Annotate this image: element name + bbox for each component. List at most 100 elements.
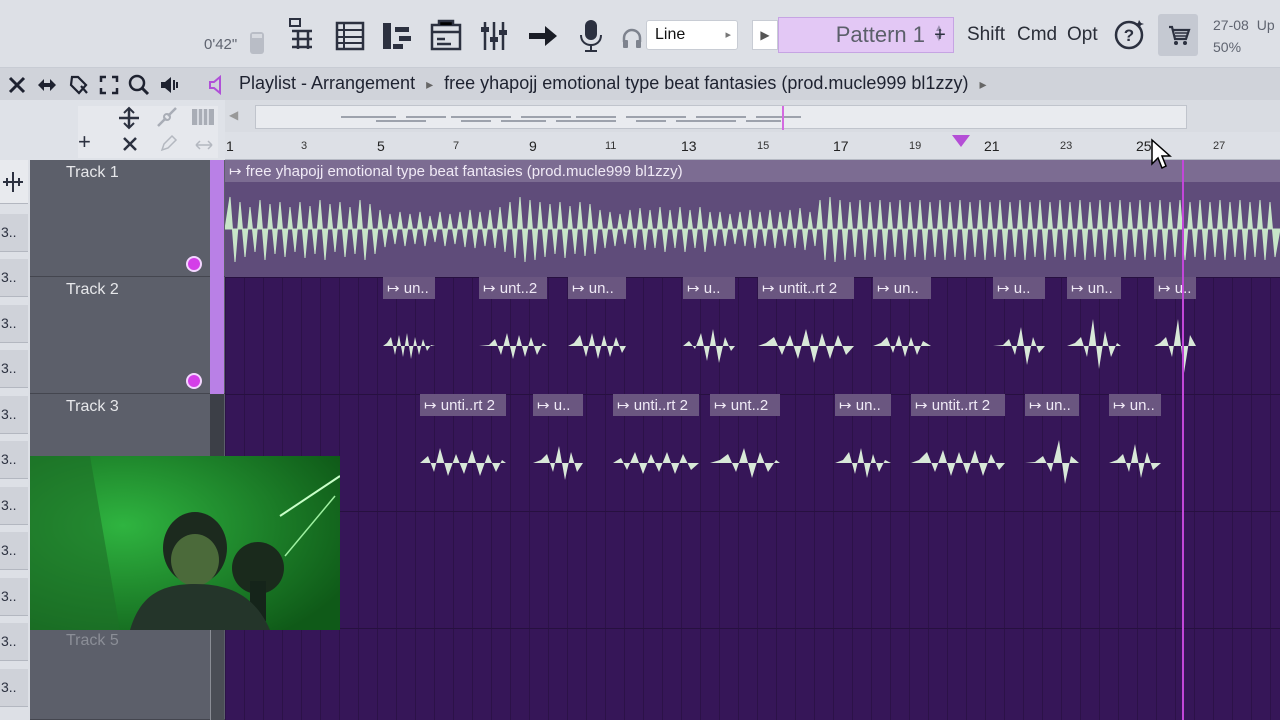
audio-clip[interactable]: ↦ u.. xyxy=(683,277,735,394)
ruler-mark: 7 xyxy=(453,140,460,152)
strip-item[interactable]: 3.. xyxy=(0,441,28,479)
ruler-mark: 11 xyxy=(605,140,617,152)
clip-label-text: un.. xyxy=(588,280,614,297)
audio-preview-icon[interactable] xyxy=(158,74,180,96)
strip-item[interactable]: 3.. xyxy=(0,578,28,616)
waveform xyxy=(1109,444,1161,478)
main-toolbar: 0'42" Line ▸ ▶ Pattern 1 ▲ ▼ + Shift Cmd… xyxy=(0,0,1280,68)
shop-cart-button[interactable] xyxy=(1158,14,1198,56)
microphone-icon[interactable] xyxy=(572,17,610,55)
strip-item[interactable]: 3.. xyxy=(0,305,28,343)
strip-item[interactable]: 3.. xyxy=(0,214,28,252)
help-icon[interactable]: ? xyxy=(1112,17,1148,53)
playback-marker-icon[interactable] xyxy=(952,135,970,147)
audio-clip[interactable]: ↦ un.. xyxy=(568,277,626,394)
audio-clip[interactable]: ↦ unti..rt 2 xyxy=(420,394,506,511)
audio-clip[interactable]: ↦ u.. xyxy=(1154,277,1196,394)
clip-header: ↦ unt..2 xyxy=(479,277,547,299)
timeline-overview[interactable]: ◀ xyxy=(225,100,1280,132)
waveform xyxy=(683,329,735,363)
strip-item[interactable]: 3.. xyxy=(0,623,28,661)
add-pattern-button[interactable]: + xyxy=(928,20,952,50)
audio-clip[interactable]: ↦ unti..rt 2 xyxy=(613,394,699,511)
breadcrumb-arrow-2: ▸ xyxy=(979,76,987,92)
timeline-ruler[interactable]: 1 3 5 7 9 11 13 15 17 19 21 23 25 27 xyxy=(225,132,1280,160)
slip-tool-icon[interactable] xyxy=(154,106,182,130)
track-name: Track 3 xyxy=(66,398,119,415)
horizontal-zoom-icon[interactable] xyxy=(36,74,58,96)
cmd-key-button[interactable]: Cmd xyxy=(1017,18,1057,54)
clip-label: ↦ un.. xyxy=(572,280,614,297)
zoom-search-icon[interactable] xyxy=(128,74,150,96)
audio-clip[interactable]: ↦ unt..2 xyxy=(710,394,780,511)
audio-clip[interactable]: ↦ un.. xyxy=(873,277,931,394)
stretch-icon[interactable] xyxy=(194,136,214,154)
track-header[interactable]: Track 2 xyxy=(30,277,225,394)
mouse-cursor-icon xyxy=(1150,138,1172,170)
channel-rack-icon[interactable] xyxy=(331,17,369,55)
arrangement-grid[interactable]: ↦ free yhapojj emotional type beat fanta… xyxy=(225,160,1280,720)
audio-clip[interactable]: ↦ un.. xyxy=(1067,277,1121,394)
strip-item[interactable]: 3.. xyxy=(0,532,28,570)
opt-key-button[interactable]: Opt xyxy=(1067,18,1098,54)
track-header[interactable]: Track 1 xyxy=(30,160,225,277)
playlist-tools-panel: + xyxy=(0,100,225,160)
piano-roll-icon[interactable] xyxy=(379,17,417,55)
waveform xyxy=(710,448,780,478)
scroll-left-icon[interactable]: ◀ xyxy=(229,108,238,122)
clip-label: ↦ unti..rt 2 xyxy=(424,397,495,414)
piano-icon[interactable] xyxy=(190,106,216,128)
mixer-icon[interactable] xyxy=(475,17,513,55)
clip-header: ↦ unt..2 xyxy=(710,394,780,416)
clip-label-text: un.. xyxy=(403,280,429,297)
track-record-dot[interactable] xyxy=(188,258,200,270)
draw-tool-icon[interactable] xyxy=(114,106,144,130)
waveform xyxy=(533,446,583,480)
master-pitch-knob-icon[interactable] xyxy=(246,28,268,56)
headphones-icon[interactable] xyxy=(620,26,644,50)
audio-clip[interactable]: ↦ free yhapojj emotional type beat fanta… xyxy=(225,160,1280,277)
clip-label-text: un.. xyxy=(1045,397,1071,414)
shift-key-button[interactable]: Shift xyxy=(967,18,1005,54)
clip-header: ↦ un.. xyxy=(873,277,931,299)
audio-clip[interactable]: ↦ un.. xyxy=(1109,394,1161,511)
track-record-dot[interactable] xyxy=(188,375,200,387)
playlist-icon[interactable] xyxy=(284,17,322,55)
webcam-video xyxy=(30,456,340,630)
audio-clip[interactable]: ↦ u.. xyxy=(993,277,1045,394)
delete-icon[interactable] xyxy=(120,134,140,154)
audio-clip[interactable]: ↦ un.. xyxy=(383,277,435,394)
strip-item[interactable]: 3.. xyxy=(0,669,28,707)
audio-clip[interactable]: ↦ un.. xyxy=(835,394,891,511)
overview-scrollbar[interactable] xyxy=(255,105,1187,130)
playhead-line[interactable] xyxy=(1182,160,1184,720)
strip-item[interactable]: 3.. xyxy=(0,259,28,297)
pattern-prev-button[interactable]: ▶ xyxy=(752,20,778,50)
clip-label-text: un.. xyxy=(1087,280,1113,297)
strip-wave-icon[interactable] xyxy=(0,160,28,204)
clip-label-text: u.. xyxy=(703,280,721,297)
track-color-bar xyxy=(210,628,224,720)
fullscreen-icon[interactable] xyxy=(98,74,120,96)
strip-item[interactable]: 3.. xyxy=(0,350,28,388)
browser-icon[interactable] xyxy=(427,17,465,55)
strip-item[interactable]: 3.. xyxy=(0,487,28,525)
track-color-bar xyxy=(210,277,224,394)
audio-clip[interactable]: ↦ untit..rt 2 xyxy=(911,394,1005,511)
audio-clip[interactable]: ↦ u.. xyxy=(533,394,583,511)
audio-clip[interactable]: ↦ unt..2 xyxy=(479,277,547,394)
snap-icon[interactable] xyxy=(68,74,90,96)
ruler-mark: 21 xyxy=(984,138,1000,154)
add-track-button[interactable]: + xyxy=(78,131,98,153)
pencil-icon[interactable] xyxy=(158,134,178,154)
close-icon[interactable] xyxy=(6,74,28,96)
audio-clip[interactable]: ↦ untit..rt 2 xyxy=(758,277,854,394)
snap-mode-select[interactable]: Line ▸ xyxy=(646,20,738,50)
row-divider xyxy=(225,628,1280,629)
strip-item[interactable]: 3.. xyxy=(0,396,28,434)
track-header[interactable]: Track 5 xyxy=(30,628,225,720)
clip-label-text: unt..2 xyxy=(499,280,538,297)
audio-clip[interactable]: ↦ un.. xyxy=(1025,394,1079,511)
arrow-right-icon[interactable] xyxy=(524,17,562,55)
clip-header: ↦ un.. xyxy=(1025,394,1079,416)
